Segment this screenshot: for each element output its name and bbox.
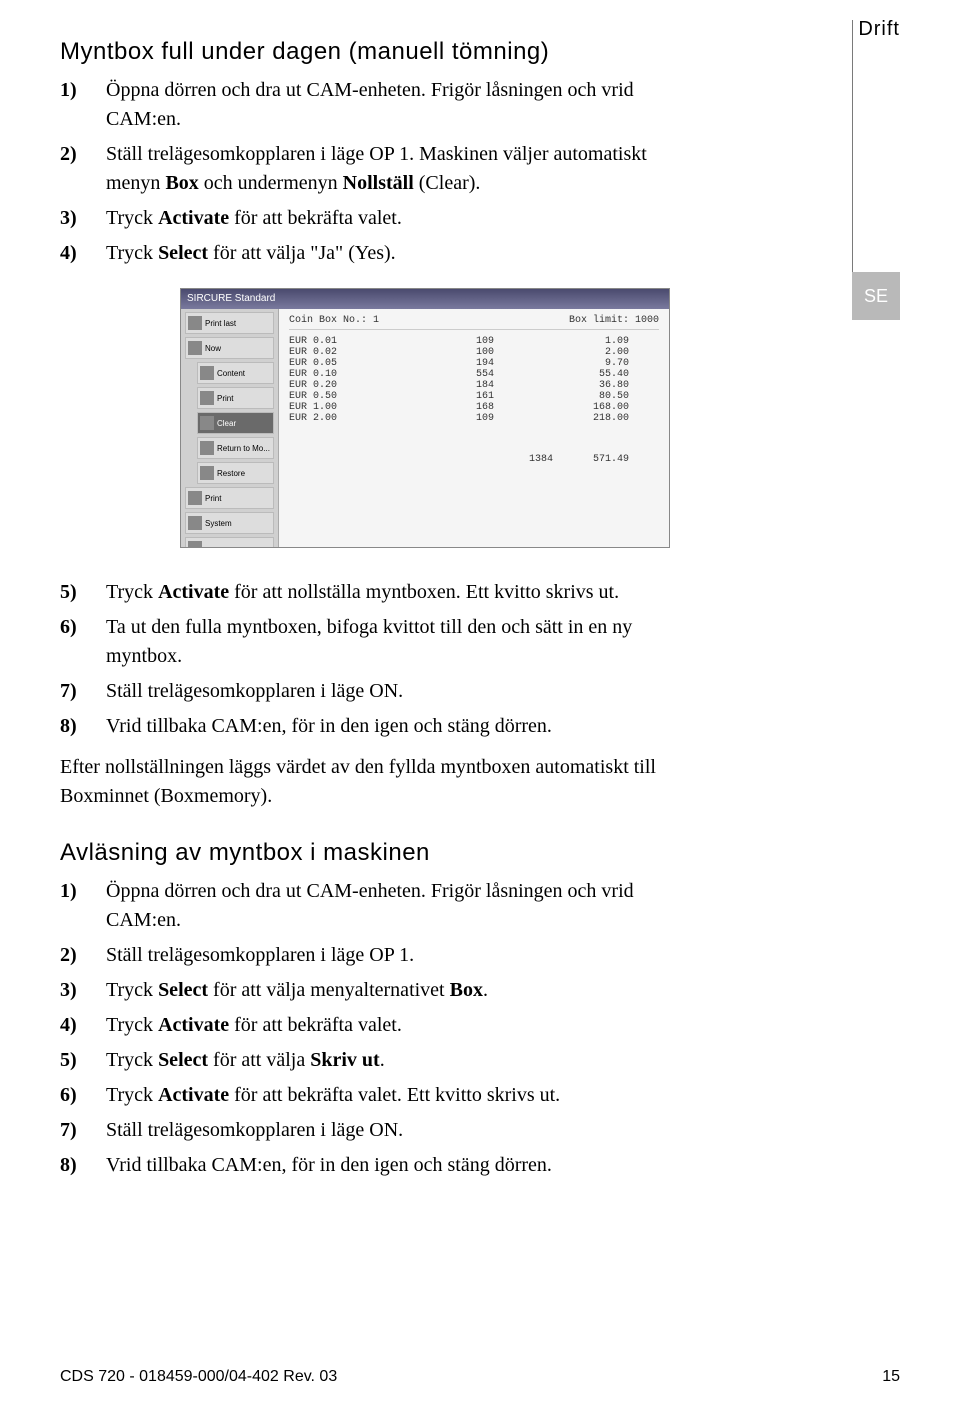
screenshot-data-row: EUR 0.051949.70 <box>289 358 659 369</box>
list-item: 1)Öppna dörren och dra ut CAM-enheten. F… <box>60 76 700 134</box>
screenshot-sidebar-item: Now <box>185 337 274 359</box>
screenshot-sidebar-icon <box>200 366 214 380</box>
list-item-text: Tryck Activate för att bekräfta valet. <box>106 1011 700 1040</box>
screenshot-sidebar-item: Clear <box>197 412 274 434</box>
list-item-number: 8) <box>60 712 106 741</box>
screenshot-sidebar-icon <box>188 316 202 330</box>
list-item: 4)Tryck Select för att välja "Ja" (Yes). <box>60 239 700 268</box>
list-item-text: Tryck Activate för att nollställa myntbo… <box>106 578 700 607</box>
list-item: 4)Tryck Activate för att bekräfta valet. <box>60 1011 700 1040</box>
screenshot-sidebar-item: System <box>185 512 274 534</box>
list-item-number: 2) <box>60 140 106 198</box>
list-item-number: 2) <box>60 941 106 970</box>
list-item: 6)Tryck Activate för att bekräfta valet.… <box>60 1081 700 1110</box>
screenshot-sidebar-item <box>185 537 274 548</box>
list-item: 7)Ställ trelägesomkopplaren i läge ON. <box>60 677 700 706</box>
list-item-text: Tryck Select för att välja menyalternati… <box>106 976 700 1005</box>
list-item-number: 4) <box>60 1011 106 1040</box>
list-item-number: 1) <box>60 877 106 935</box>
list-item: 5)Tryck Select för att välja Skriv ut. <box>60 1046 700 1075</box>
screenshot-data-row: EUR 0.021002.00 <box>289 347 659 358</box>
list-item-number: 7) <box>60 677 106 706</box>
list-item: 3)Tryck Select för att välja menyalterna… <box>60 976 700 1005</box>
screenshot-sidebar-item: Return to Mo... <box>197 437 274 459</box>
list-item-text: Ställ trelägesomkopplaren i läge OP 1. M… <box>106 140 700 198</box>
screenshot-main: Coin Box No.: 1 Box limit: 1000 EUR 0.01… <box>279 309 669 547</box>
screenshot-head-left: Coin Box No.: 1 <box>289 315 379 326</box>
list-item-number: 6) <box>60 613 106 671</box>
screenshot-sidebar-item: Print <box>197 387 274 409</box>
list-item-text: Ställ trelägesomkopplaren i läge ON. <box>106 677 700 706</box>
list-item: 8)Vrid tillbaka CAM:en, för in den igen … <box>60 712 700 741</box>
screenshot-sidebar-icon <box>188 491 202 505</box>
list-item: 7)Ställ trelägesomkopplaren i läge ON. <box>60 1116 700 1145</box>
list-item-text: Vrid tillbaka CAM:en, för in den igen oc… <box>106 1151 700 1180</box>
screenshot-sidebar-icon <box>200 416 214 430</box>
header-section-label: Drift <box>858 18 900 41</box>
section1-title: Myntbox full under dagen (manuell tömnin… <box>60 38 900 66</box>
list-item-text: Tryck Select för att välja "Ja" (Yes). <box>106 239 700 268</box>
screenshot-total-sum: 571.49 <box>593 454 629 465</box>
screenshot-sidebar-icon <box>200 466 214 480</box>
list-item: 8)Vrid tillbaka CAM:en, för in den igen … <box>60 1151 700 1180</box>
screenshot-sidebar-icon <box>188 341 202 355</box>
screenshot-sidebar-icon <box>188 516 202 530</box>
list-item-number: 5) <box>60 578 106 607</box>
screenshot-sidebar-item: Print <box>185 487 274 509</box>
screenshot-data-row: EUR 0.2018436.80 <box>289 380 659 391</box>
list-item-text: Öppna dörren och dra ut CAM-enheten. Fri… <box>106 76 700 134</box>
list-item-number: 7) <box>60 1116 106 1145</box>
section2-list: 1)Öppna dörren och dra ut CAM-enheten. F… <box>60 877 700 1180</box>
screenshot-head-right: Box limit: 1000 <box>569 315 659 326</box>
list-item-text: Ställ trelägesomkopplaren i läge OP 1. <box>106 941 700 970</box>
screenshot-data-row: EUR 1.00168168.00 <box>289 402 659 413</box>
list-item: 1)Öppna dörren och dra ut CAM-enheten. F… <box>60 877 700 935</box>
list-item-text: Tryck Activate för att bekräfta valet. <box>106 204 700 233</box>
list-item-number: 6) <box>60 1081 106 1110</box>
screenshot-sidebar-icon <box>188 541 202 548</box>
screenshot-data-row: EUR 0.1055455.40 <box>289 369 659 380</box>
screenshot-sidebar-icon <box>200 391 214 405</box>
list-item-text: Ta ut den fulla myntboxen, bifoga kvitto… <box>106 613 700 671</box>
list-item-text: Tryck Select för att välja Skriv ut. <box>106 1046 700 1075</box>
section1-after-paragraph: Efter nollställningen läggs värdet av de… <box>60 753 680 811</box>
screenshot-sidebar-item: Restore <box>197 462 274 484</box>
footer-page-number: 15 <box>882 1368 900 1386</box>
screenshot-data-row: EUR 2.00109218.00 <box>289 413 659 424</box>
list-item-number: 5) <box>60 1046 106 1075</box>
list-item-number: 3) <box>60 204 106 233</box>
section1-list: 1)Öppna dörren och dra ut CAM-enheten. F… <box>60 76 700 268</box>
screenshot-total-qty: 1384 <box>529 454 553 465</box>
list-item: 6)Ta ut den fulla myntboxen, bifoga kvit… <box>60 613 700 671</box>
footer-doc-id: CDS 720 - 018459-000/04-402 Rev. 03 <box>60 1368 337 1386</box>
page-footer: CDS 720 - 018459-000/04-402 Rev. 03 15 <box>60 1368 900 1386</box>
screenshot-sidebar-item: Content <box>197 362 274 384</box>
screenshot-sidebar-icon <box>200 441 214 455</box>
list-item: 3)Tryck Activate för att bekräfta valet. <box>60 204 700 233</box>
list-item: 2)Ställ trelägesomkopplaren i läge OP 1. <box>60 941 700 970</box>
list-item: 5)Tryck Activate för att nollställa mynt… <box>60 578 700 607</box>
screenshot-data-row: EUR 0.011091.09 <box>289 336 659 347</box>
embedded-screenshot: SIRCURE Standard Print lastNowContentPri… <box>180 288 670 548</box>
list-item-number: 1) <box>60 76 106 134</box>
list-item-text: Ställ trelägesomkopplaren i läge ON. <box>106 1116 700 1145</box>
list-item-text: Vrid tillbaka CAM:en, för in den igen oc… <box>106 712 700 741</box>
section1b-list: 5)Tryck Activate för att nollställa mynt… <box>60 578 700 741</box>
list-item-number: 4) <box>60 239 106 268</box>
list-item-number: 8) <box>60 1151 106 1180</box>
language-tab-se: SE <box>852 272 900 320</box>
screenshot-titlebar: SIRCURE Standard <box>181 289 669 309</box>
screenshot-sidebar-item: Print last <box>185 312 274 334</box>
list-item-text: Tryck Activate för att bekräfta valet. E… <box>106 1081 700 1110</box>
list-item-number: 3) <box>60 976 106 1005</box>
list-item: 2)Ställ trelägesomkopplaren i läge OP 1.… <box>60 140 700 198</box>
screenshot-data-row: EUR 0.5016180.50 <box>289 391 659 402</box>
screenshot-sidebar: Print last Now Content Print Clear Return to … <box>181 309 279 547</box>
list-item-text: Öppna dörren och dra ut CAM-enheten. Fri… <box>106 877 700 935</box>
section2-title: Avläsning av myntbox i maskinen <box>60 839 900 867</box>
